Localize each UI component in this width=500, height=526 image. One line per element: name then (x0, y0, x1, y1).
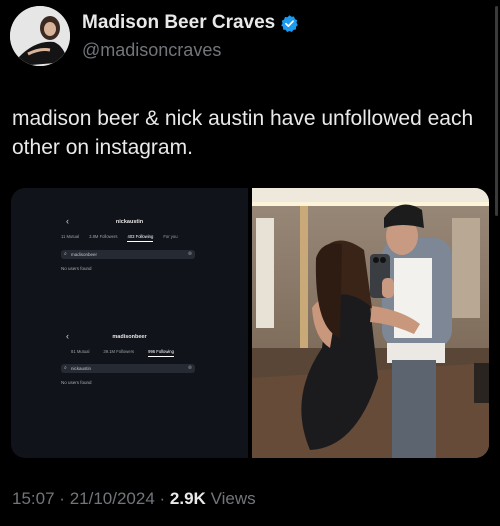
tab-mutual: 11 Mutual (61, 234, 80, 239)
author-display-name[interactable]: Madison Beer Craves (82, 12, 275, 34)
scrollbar[interactable] (495, 6, 498, 216)
search-value: nickaustin (71, 366, 92, 371)
couple-photo[interactable] (252, 188, 489, 458)
follow-tabs: 81 Mutual 39.1M Followers 996 Following (71, 349, 174, 357)
author-name-row[interactable]: Madison Beer Craves (82, 12, 299, 34)
views-label: Views (210, 489, 256, 508)
no-results-text: No users found (61, 380, 92, 385)
tweet-meta: 15:07 · 21/10/2024 · 2.9K Views (12, 489, 256, 509)
tweet-text: madison beer & nick austin have unfollow… (12, 107, 474, 159)
couple-photo-illustration (252, 188, 489, 458)
tab-followers: 39.1M Followers (103, 349, 135, 354)
search-icon: ⌕ (64, 365, 67, 371)
author-handle[interactable]: @madisoncraves (82, 40, 221, 61)
tab-for-you: For you (163, 234, 178, 239)
tweet-date[interactable]: 21/10/2024 (70, 489, 155, 508)
follow-tabs: 11 Mutual 3.8M Followers 403 Following F… (61, 234, 178, 242)
verified-badge-icon (281, 14, 299, 32)
meta-separator: · (159, 489, 166, 508)
search-input: ⌕ nickaustin ⊗ (61, 364, 195, 373)
avatar-photo (10, 6, 70, 66)
meta-separator: · (59, 489, 65, 508)
tweet-time[interactable]: 15:07 (12, 489, 55, 508)
clear-icon: ⊗ (187, 251, 192, 257)
tweet-media[interactable]: ‹ nickaustin 11 Mutual 3.8M Followers 40… (11, 188, 489, 458)
avatar[interactable] (10, 6, 70, 66)
search-icon: ⌕ (64, 251, 67, 257)
profile-username: nickaustin (115, 219, 144, 225)
tab-followers: 3.8M Followers (89, 234, 118, 239)
instagram-screenshots-image[interactable]: ‹ nickaustin 11 Mutual 3.8M Followers 40… (11, 188, 248, 458)
search-value: madisonbeer (71, 252, 98, 257)
views-count: 2.9K (169, 489, 206, 508)
tab-following: 996 Following (148, 349, 174, 357)
tab-following: 403 Following (127, 234, 154, 242)
profile-username: madisonbeer (112, 334, 147, 340)
clear-icon: ⊗ (187, 365, 192, 371)
tab-mutual: 81 Mutual (71, 349, 90, 354)
search-input: ⌕ madisonbeer ⊗ (61, 250, 195, 259)
no-results-text: No users found (61, 266, 92, 271)
